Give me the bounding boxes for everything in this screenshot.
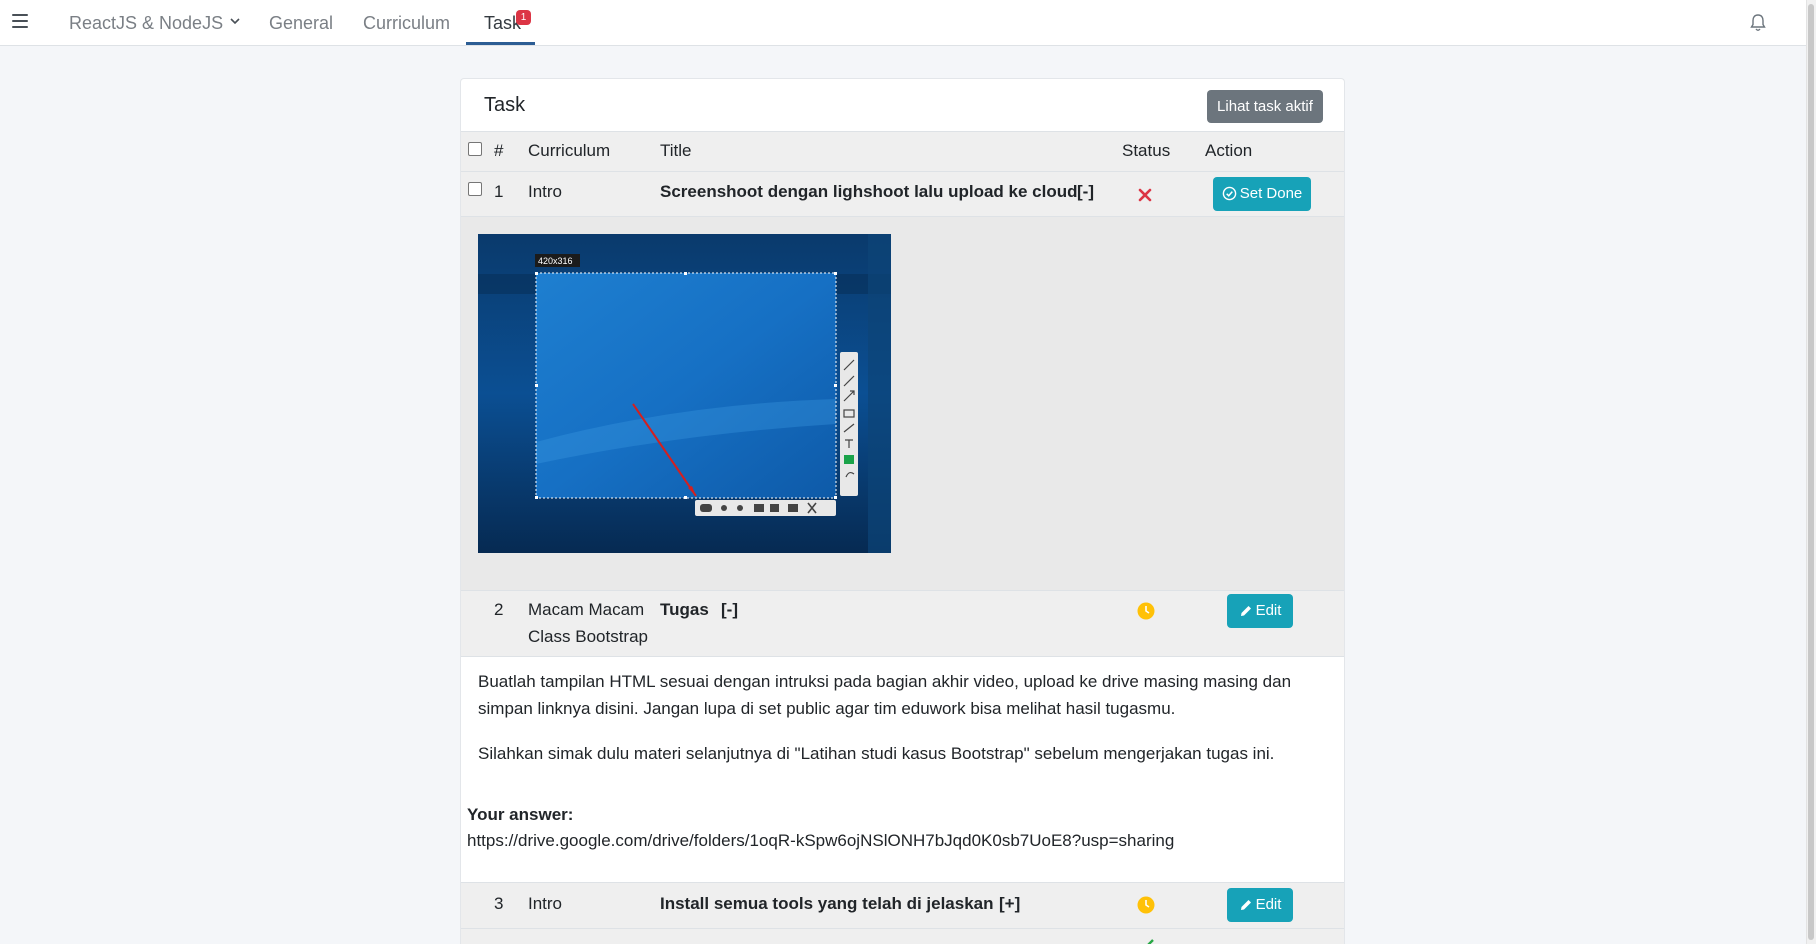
view-active-tasks-button[interactable]: Lihat task aktif — [1207, 90, 1323, 123]
edit-label: Edit — [1255, 602, 1282, 619]
card-header: Task Lihat task aktif — [461, 79, 1344, 132]
tab-general[interactable]: General — [269, 0, 333, 46]
task-note: Silahkan simak dulu materi selanjutnya d… — [478, 744, 1275, 763]
collapse-toggle[interactable]: [-] — [721, 600, 738, 620]
check-icon — [1147, 939, 1154, 944]
select-all-checkbox[interactable] — [468, 142, 482, 156]
answer-link[interactable]: https://drive.google.com/drive/folders/1… — [467, 831, 1174, 851]
task-description-line2: simpan linknya disini. Jangan lupa di se… — [478, 699, 1176, 718]
clock-icon — [1137, 896, 1155, 914]
row-curriculum-line2: Class Bootstrap — [528, 627, 648, 646]
selection-size-label: 420x316 — [538, 256, 573, 266]
table-header: # Curriculum Title Status Action — [461, 132, 1344, 172]
row-title: Install semua tools yang telah di jelask… — [660, 894, 994, 913]
header-status: Status — [1122, 141, 1171, 160]
edit-button[interactable]: Edit — [1227, 594, 1293, 628]
pencil-icon — [1240, 606, 1251, 616]
active-tab-indicator — [466, 42, 535, 45]
task-screenshot-image: 420x316 — [478, 234, 891, 553]
task-card: Task Lihat task aktif # Curriculum Title… — [460, 78, 1345, 944]
pencil-icon — [1240, 900, 1251, 910]
screenshot-art: 420x316 — [478, 234, 891, 553]
check-circle-icon — [1222, 186, 1237, 201]
table-row: 3 Intro Install semua tools yang telah d… — [461, 883, 1344, 929]
collapse-toggle[interactable]: [-] — [1077, 182, 1094, 202]
row-title: Screenshoot dengan lighshoot lalu upload… — [660, 182, 1078, 201]
table-row — [461, 929, 1344, 944]
row-curriculum: Intro — [528, 182, 563, 201]
row-checkbox[interactable] — [468, 182, 482, 196]
answer-label: Your answer: — [467, 805, 574, 824]
task-description-line1: Buatlah tampilan HTML sesuai dengan intr… — [478, 672, 1292, 691]
header-action: Action — [1205, 141, 1253, 160]
row-curriculum: Intro — [528, 894, 563, 913]
expand-toggle[interactable]: [+] — [999, 894, 1020, 914]
x-icon — [1138, 188, 1152, 202]
set-done-button[interactable]: Set Done — [1213, 177, 1311, 211]
row-number: 1 — [494, 182, 504, 201]
task-detail: 420x316 — [461, 217, 1344, 591]
tab-task[interactable]: Task — [484, 0, 521, 46]
row-number: 2 — [494, 600, 504, 619]
row-title: Tugas — [660, 600, 709, 619]
bell-icon[interactable] — [1749, 13, 1767, 33]
tab-curriculum[interactable]: Curriculum — [363, 0, 450, 46]
task-count-badge: 1 — [516, 10, 531, 25]
set-done-label: Set Done — [1239, 185, 1303, 202]
top-navbar: ReactJS & NodeJS General Curriculum Task… — [0, 0, 1816, 46]
edit-label: Edit — [1255, 896, 1282, 913]
table-row: 2 Macam Macam Class Bootstrap Tugas [-] … — [461, 591, 1344, 657]
clock-icon — [1137, 602, 1155, 620]
menu-icon[interactable] — [12, 14, 28, 28]
table-row: 1 Intro Screenshoot dengan lighshoot lal… — [461, 172, 1344, 217]
edit-button[interactable]: Edit — [1227, 888, 1293, 922]
card-title: Task — [484, 94, 526, 116]
row-number: 3 — [494, 894, 504, 913]
header-title: Title — [660, 141, 692, 160]
header-number: # — [494, 141, 504, 160]
task-detail: Buatlah tampilan HTML sesuai dengan intr… — [461, 657, 1344, 883]
scrollbar-thumb[interactable] — [1808, 4, 1814, 940]
row-curriculum-line1: Macam Macam — [528, 600, 645, 619]
header-curriculum: Curriculum — [528, 141, 611, 160]
nav-course-select[interactable]: ReactJS & NodeJS — [69, 0, 223, 46]
chevron-down-icon[interactable] — [228, 14, 242, 28]
